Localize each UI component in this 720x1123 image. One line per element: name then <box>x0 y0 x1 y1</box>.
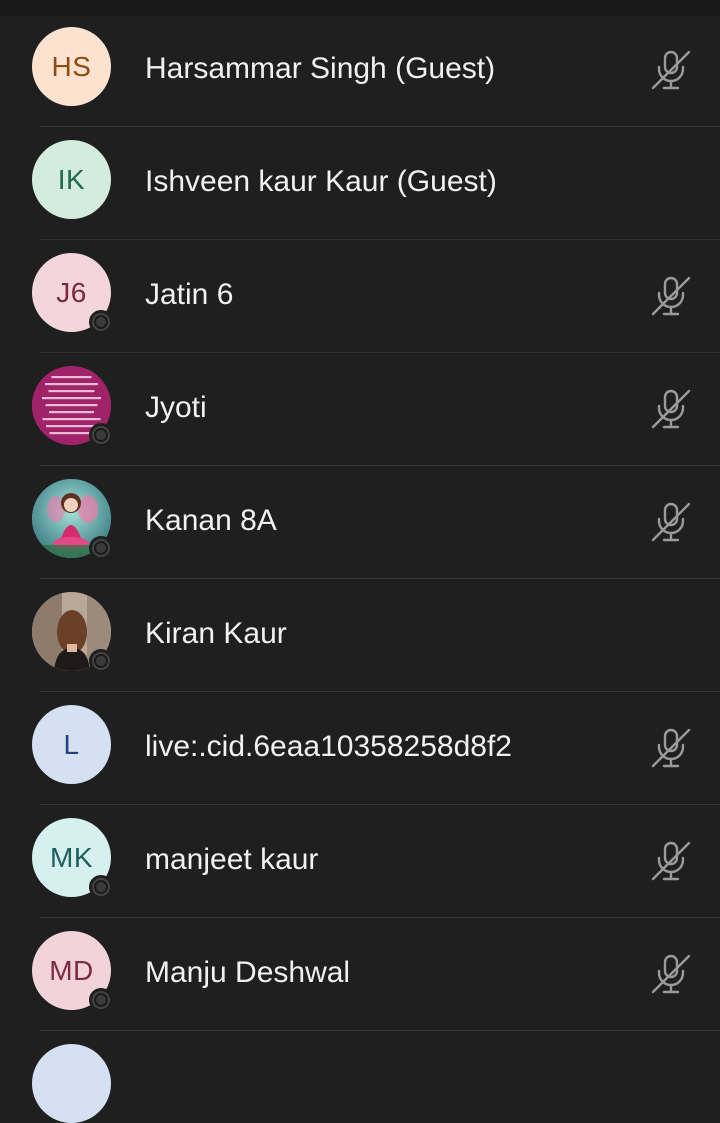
avatar-initials: HS <box>51 50 92 82</box>
participant-row[interactable]: MK manjeet kaur <box>0 805 720 918</box>
presence-status-icon <box>89 988 113 1012</box>
mic-off-icon[interactable] <box>648 47 694 93</box>
avatar-initials: MK <box>50 841 93 873</box>
participant-name: Jyoti <box>145 391 207 424</box>
avatar-initials: MD <box>49 954 94 986</box>
participant-row[interactable]: Kiran Kaur <box>0 579 720 692</box>
avatar-initials: L <box>63 728 80 760</box>
avatar: L <box>32 705 111 784</box>
divider <box>40 1030 720 1031</box>
participant-name: Ishveen kaur Kaur (Guest) <box>145 165 497 198</box>
presence-status-icon <box>89 649 113 673</box>
avatar-initials: IK <box>57 163 86 195</box>
mic-off-icon[interactable] <box>648 725 694 771</box>
participant-row[interactable]: Kanan 8A <box>0 466 720 579</box>
participant-row[interactable]: IK Ishveen kaur Kaur (Guest) <box>0 127 720 240</box>
avatar: IK <box>32 140 111 219</box>
avatar-initials: J6 <box>56 276 87 308</box>
participant-row[interactable]: Jyoti <box>0 353 720 466</box>
participant-name: live:.cid.6eaa10358258d8f2 <box>145 730 512 763</box>
partial-next-avatar <box>32 1044 111 1123</box>
avatar: HS <box>32 27 111 106</box>
presence-status-icon <box>89 875 113 899</box>
participant-list: HS Harsammar Singh (Guest) IK Ishveen kaur … <box>0 14 720 1031</box>
participant-name: Kanan 8A <box>145 504 277 537</box>
presence-status-icon <box>89 423 113 447</box>
mic-off-icon[interactable] <box>648 386 694 432</box>
participant-row[interactable]: J6 Jatin 6 <box>0 240 720 353</box>
participant-row[interactable]: HS Harsammar Singh (Guest) <box>0 14 720 127</box>
participant-row[interactable]: MD Manju Deshwal <box>0 918 720 1031</box>
participant-name: Kiran Kaur <box>145 617 287 650</box>
mic-off-icon[interactable] <box>648 273 694 319</box>
presence-status-icon <box>89 536 113 560</box>
participant-row[interactable]: Llive:.cid.6eaa10358258d8f2 <box>0 692 720 805</box>
participant-name: Manju Deshwal <box>145 956 351 989</box>
mic-off-icon[interactable] <box>648 951 694 997</box>
participant-name: manjeet kaur <box>145 843 319 876</box>
mic-off-icon[interactable] <box>648 838 694 884</box>
participant-name: Jatin 6 <box>145 278 234 311</box>
mic-off-icon[interactable] <box>648 499 694 545</box>
presence-status-icon <box>89 310 113 334</box>
participant-name: Harsammar Singh (Guest) <box>145 52 496 85</box>
